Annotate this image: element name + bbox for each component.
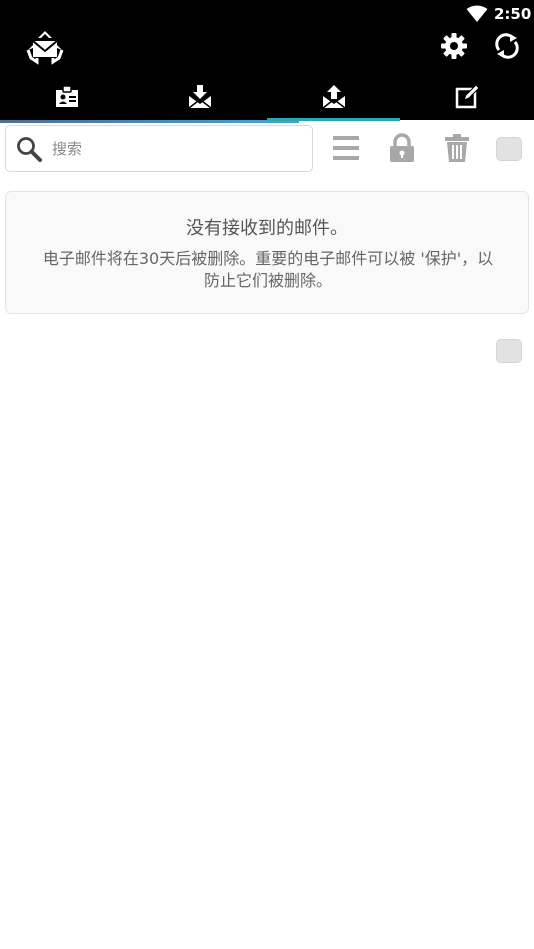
tab-selected-indicator (267, 118, 400, 121)
inbox-upload-icon (322, 85, 345, 109)
status-bar: 2:50 (0, 0, 534, 28)
select-checkbox-secondary[interactable] (496, 339, 522, 363)
search-input[interactable] (52, 134, 302, 164)
select-all-checkbox[interactable] (496, 137, 522, 161)
tab-bar (0, 74, 534, 120)
search-icon (17, 137, 42, 162)
menu-icon[interactable] (331, 133, 361, 163)
tab-inbox[interactable] (133, 74, 266, 120)
search-box[interactable] (5, 125, 313, 172)
compose-icon (455, 84, 480, 109)
lock-icon[interactable] (387, 133, 417, 163)
sync-icon[interactable] (493, 32, 521, 60)
trash-icon[interactable] (442, 133, 472, 163)
inbox-download-icon (188, 85, 211, 109)
tab-underline (0, 120, 267, 123)
tab-contacts[interactable] (0, 74, 133, 120)
app-bar (0, 28, 534, 120)
recycle-mail-logo-icon[interactable] (25, 28, 65, 66)
gear-icon[interactable] (440, 32, 468, 60)
tab-compose[interactable] (400, 74, 533, 120)
contact-badge-icon (55, 85, 78, 107)
status-time: 2:50 (494, 5, 532, 23)
empty-state-card: 没有接收到的邮件。 电子邮件将在30天后被删除。重要的电子邮件可以被 '保护'，… (5, 191, 529, 314)
wifi-icon (466, 5, 488, 22)
empty-state-message: 电子邮件将在30天后被删除。重要的电子邮件可以被 '保护'，以防止它们被删除。 (42, 249, 494, 290)
empty-state-title: 没有接收到的邮件。 (186, 218, 348, 239)
tab-sent[interactable] (267, 74, 400, 120)
